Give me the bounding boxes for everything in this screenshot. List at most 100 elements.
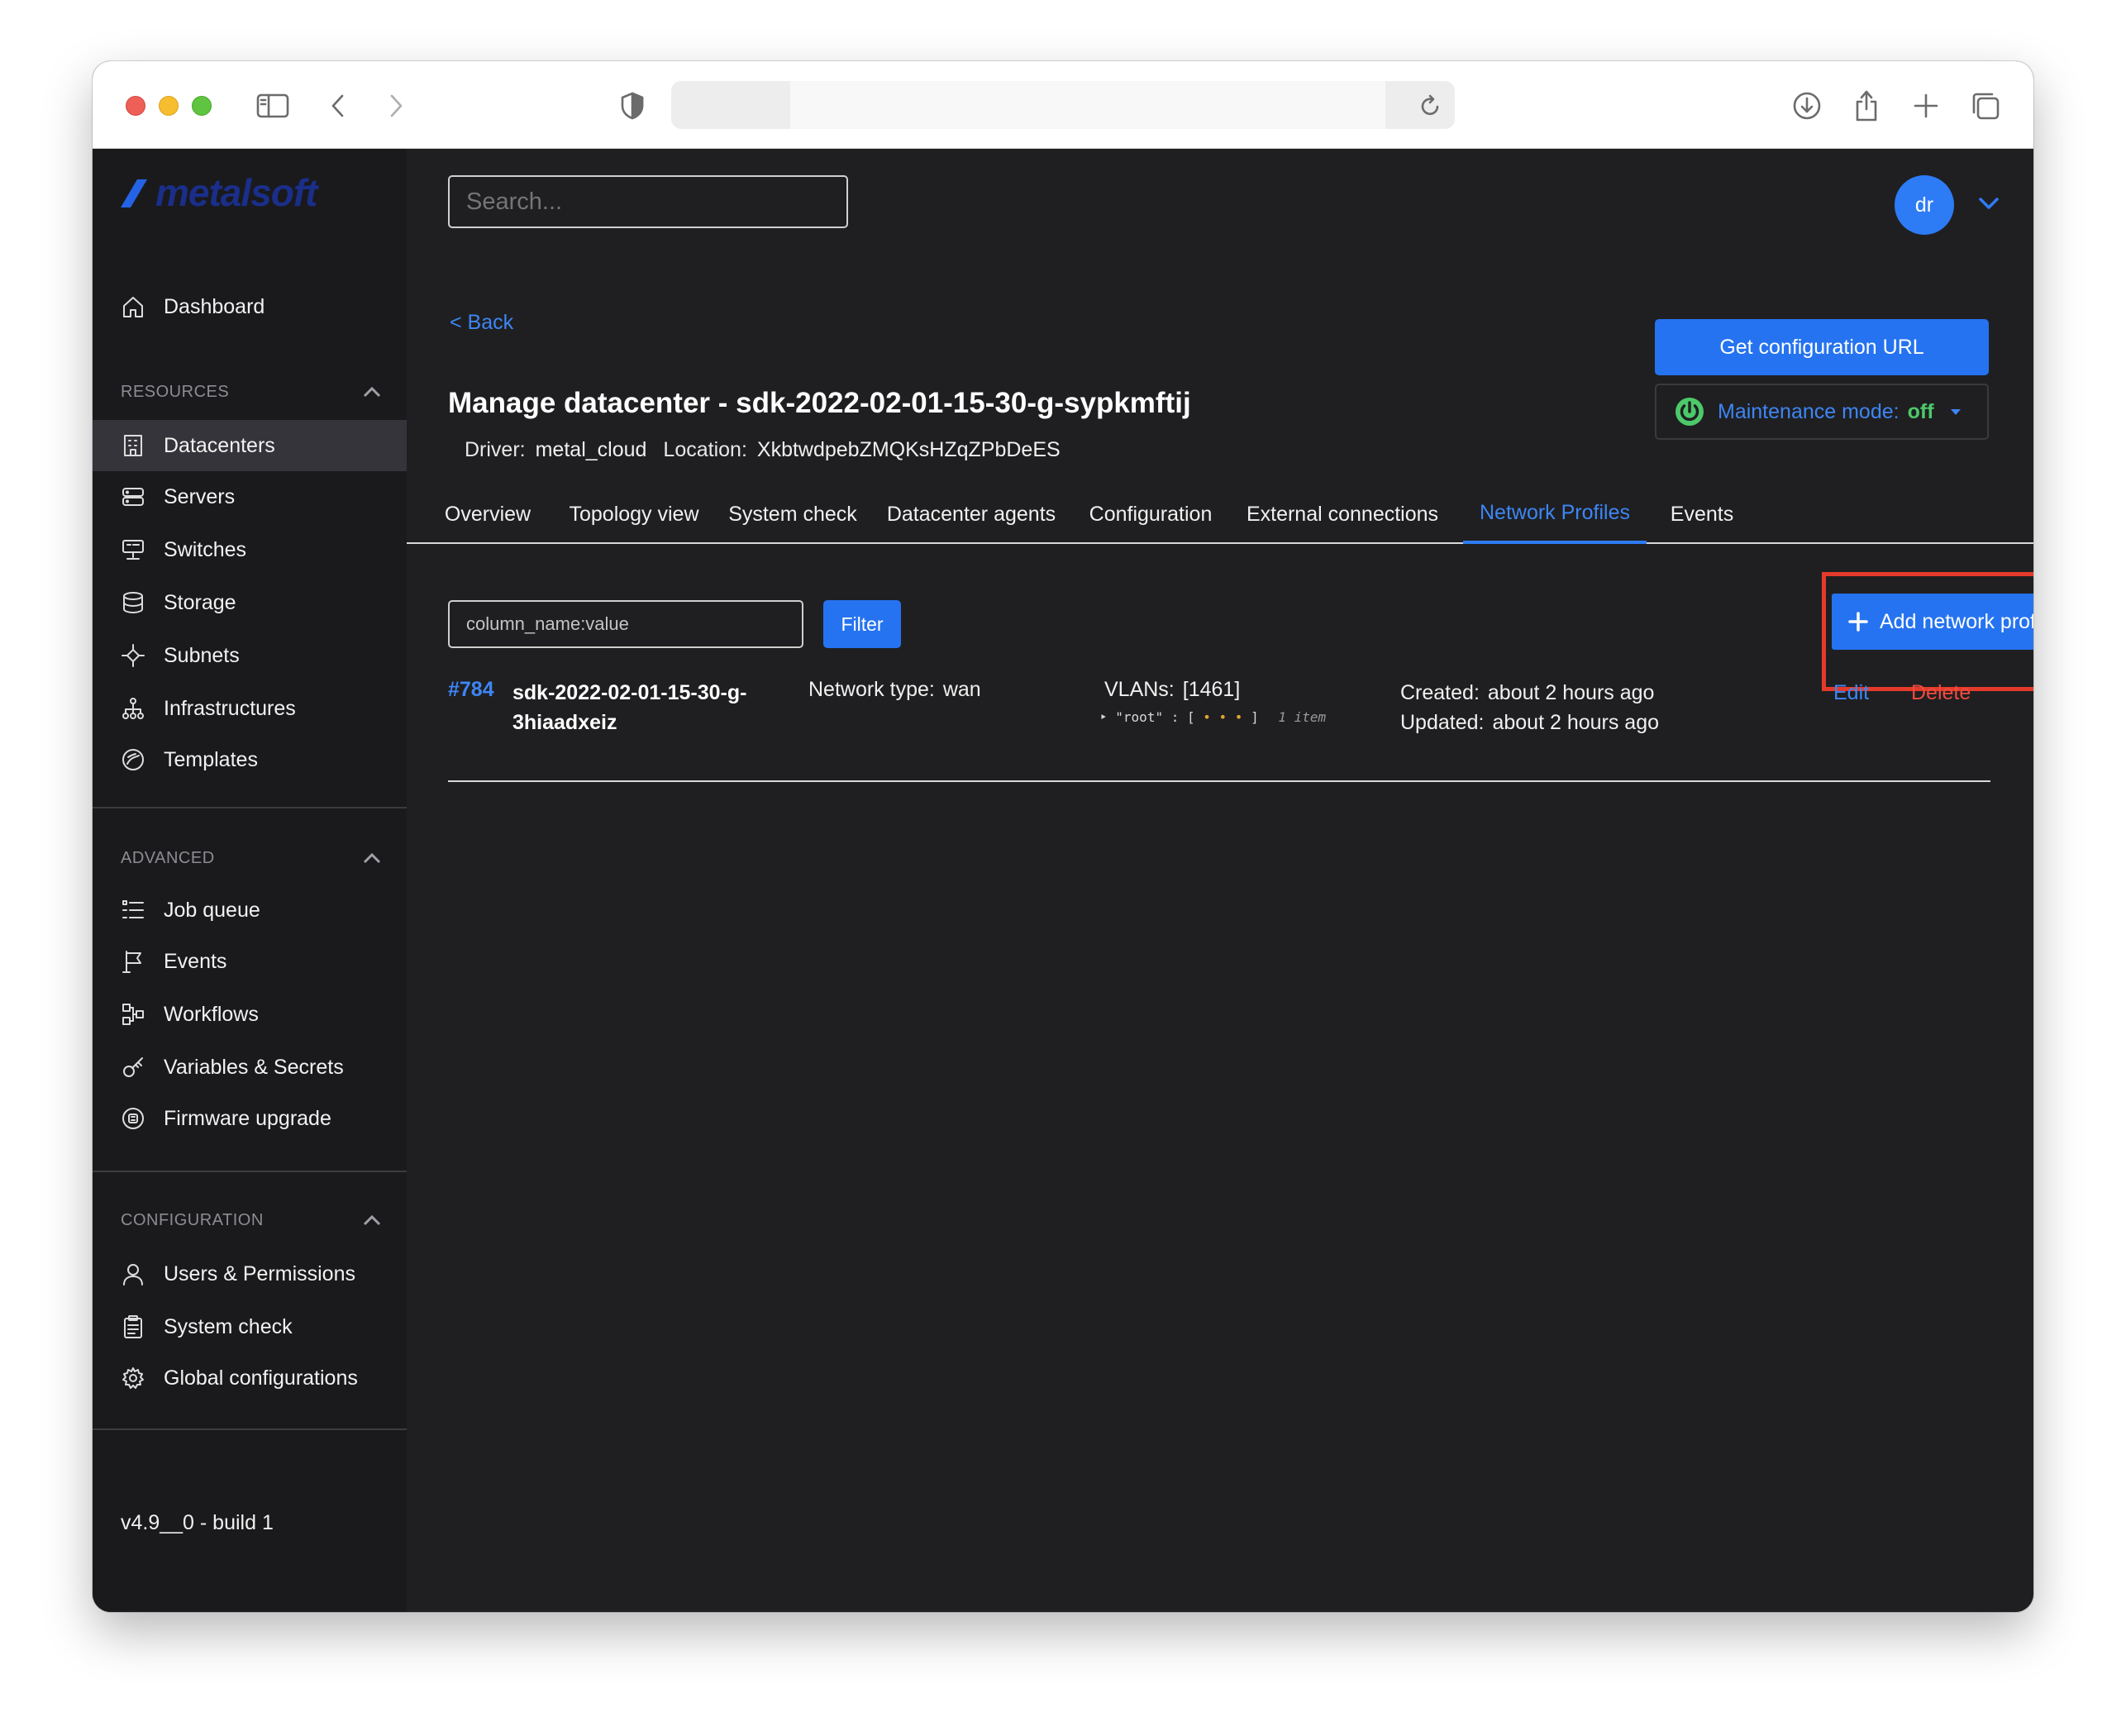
power-icon <box>1676 398 1704 426</box>
section-title: RESOURCES <box>121 382 230 401</box>
sidebar-item-label: Subnets <box>164 643 240 667</box>
sidebar-item-label: Dashboard <box>164 294 265 318</box>
section-configuration[interactable]: CONFIGURATION <box>121 1204 382 1237</box>
filter-input[interactable]: column_name:value <box>448 600 803 648</box>
tab-topology-view[interactable]: Topology view <box>560 484 708 544</box>
sidebar-divider <box>93 807 407 808</box>
sidebar-item-label: Firmware upgrade <box>164 1106 331 1130</box>
page-title: Manage datacenter - sdk-2022-02-01-15-30… <box>448 387 1191 419</box>
sidebar-item-datacenters[interactable]: Datacenters <box>93 420 407 471</box>
forward-arrow-icon[interactable] <box>384 89 408 122</box>
updated-value: about 2 hours ago <box>1492 711 1660 734</box>
new-tab-icon[interactable] <box>1909 89 1942 122</box>
json-collapsed-dots[interactable]: • • • <box>1203 709 1242 725</box>
search-input[interactable] <box>448 175 848 228</box>
vlans-label: VLANs: <box>1104 678 1175 701</box>
logo-slash-icon <box>121 179 147 207</box>
sidebar-item-label: Storage <box>164 590 236 614</box>
avatar[interactable]: dr <box>1895 175 1954 235</box>
tab-overview[interactable]: Overview <box>430 484 546 544</box>
tab-events[interactable]: Events <box>1656 484 1747 544</box>
tab-bar: Overview Topology view System check Data… <box>407 484 2033 544</box>
sidebar-item-users-permissions[interactable]: Users & Permissions <box>93 1248 407 1300</box>
highlight-annotation <box>1822 572 2033 691</box>
section-title: ADVANCED <box>121 848 215 867</box>
back-arrow-icon[interactable] <box>326 89 350 122</box>
table-row: #784 sdk-2022-02-01-15-30-g-3hiaadxeiz N… <box>448 678 1990 761</box>
sidebar-item-subnets[interactable]: Subnets <box>93 630 407 681</box>
location-info: Location: XkbtwdpebZMQKsHZqZPbDeES <box>663 438 1060 462</box>
downloads-icon[interactable] <box>1790 89 1823 122</box>
browser-window: metalsoft Dashboard RESOURCES Datacenter… <box>93 61 2033 1612</box>
section-title: CONFIGURATION <box>121 1210 264 1229</box>
clipboard-icon <box>119 1313 147 1341</box>
tab-overview-icon[interactable] <box>1969 89 2002 122</box>
get-configuration-url-button[interactable]: Get configuration URL <box>1655 319 1989 375</box>
filter-button[interactable]: Filter <box>823 600 901 648</box>
sidebar-item-servers[interactable]: Servers <box>93 471 407 522</box>
sidebar: metalsoft Dashboard RESOURCES Datacenter… <box>93 149 407 1612</box>
subnet-icon <box>119 641 147 670</box>
address-bar[interactable] <box>671 81 1455 129</box>
tab-external-connections[interactable]: External connections <box>1237 484 1448 544</box>
sidebar-item-workflows[interactable]: Workflows <box>93 989 407 1040</box>
sidebar-item-label: Users & Permissions <box>164 1261 355 1285</box>
vlans: VLANs: [1461] <box>1104 678 1240 702</box>
tab-configuration[interactable]: Configuration <box>1078 484 1223 544</box>
section-resources[interactable]: RESOURCES <box>121 375 382 408</box>
driver-info: Driver: metal_cloud <box>465 438 646 462</box>
caret-down-icon <box>1950 409 1961 415</box>
minimize-window-button[interactable] <box>159 96 179 116</box>
sidebar-item-variables-secrets[interactable]: Variables & Secrets <box>93 1042 407 1093</box>
share-icon[interactable] <box>1850 89 1883 122</box>
sidebar-item-switches[interactable]: Switches <box>93 524 407 575</box>
section-advanced[interactable]: ADVANCED <box>121 842 382 875</box>
driver-value: metal_cloud <box>535 438 647 461</box>
sidebar-item-label: Events <box>164 949 227 973</box>
flag-icon <box>119 947 147 975</box>
chevron-up-icon <box>363 1214 381 1226</box>
tab-system-check[interactable]: System check <box>721 484 865 544</box>
tab-network-profiles[interactable]: Network Profiles <box>1463 484 1647 544</box>
network-type: Network type: wan <box>808 678 981 702</box>
sidebar-item-label: Templates <box>164 747 258 771</box>
edit-link[interactable]: Edit <box>1833 681 1869 705</box>
sidebar-item-global-configurations[interactable]: Global configurations <box>93 1352 407 1404</box>
sidebar-item-label: Job queue <box>164 898 260 922</box>
json-viewer[interactable]: ‣ "root" : [ • • • ] 1 item <box>1099 709 1326 725</box>
zoom-window-button[interactable] <box>192 96 212 116</box>
sidebar-item-label: Global configurations <box>164 1366 358 1390</box>
sidebar-item-firmware-upgrade[interactable]: Firmware upgrade <box>93 1093 407 1144</box>
delete-link[interactable]: Delete <box>1911 681 1971 705</box>
chevron-down-icon[interactable] <box>1977 195 2000 216</box>
location-value: XkbtwdpebZMQKsHZqZPbDeES <box>756 438 1061 461</box>
close-window-button[interactable] <box>126 96 145 116</box>
sidebar-item-label: Variables & Secrets <box>164 1055 344 1079</box>
privacy-shield-icon[interactable] <box>618 89 646 122</box>
sidebar-item-job-queue[interactable]: Job queue <box>93 885 407 936</box>
reload-icon[interactable] <box>1415 89 1445 122</box>
gear-icon <box>119 1364 147 1392</box>
expand-triangle-icon[interactable]: ‣ <box>1099 709 1108 725</box>
main-content: dr < Back Manage datacenter - sdk-2022-0… <box>407 149 2033 1612</box>
back-link[interactable]: < Back <box>450 311 513 335</box>
timestamps: Created: about 2 hours ago Updated: about … <box>1400 678 1659 737</box>
sidebar-item-events[interactable]: Events <box>93 936 407 987</box>
updated-label: Updated: <box>1400 711 1485 734</box>
sidebar-item-templates[interactable]: Templates <box>93 734 407 785</box>
network-type-value: wan <box>942 678 981 701</box>
sidebar-item-infrastructures[interactable]: Infrastructures <box>93 683 407 734</box>
sidebar-item-system-check[interactable]: System check <box>93 1301 407 1352</box>
tab-datacenter-agents[interactable]: Datacenter agents <box>878 484 1065 544</box>
chevron-up-icon <box>363 852 381 864</box>
switch-icon <box>119 536 147 564</box>
profile-id-link[interactable]: #784 <box>448 678 494 702</box>
list-icon <box>119 896 147 924</box>
sidebar-item-storage[interactable]: Storage <box>93 577 407 628</box>
sidebar-item-dashboard[interactable]: Dashboard <box>93 281 407 332</box>
server-icon <box>119 483 147 511</box>
sidebar-toggle-icon[interactable] <box>255 89 291 122</box>
maintenance-mode-dropdown[interactable]: Maintenance mode: off <box>1655 384 1989 440</box>
sidebar-item-label: Infrastructures <box>164 696 296 720</box>
metalsoft-logo[interactable]: metalsoft <box>119 171 317 214</box>
